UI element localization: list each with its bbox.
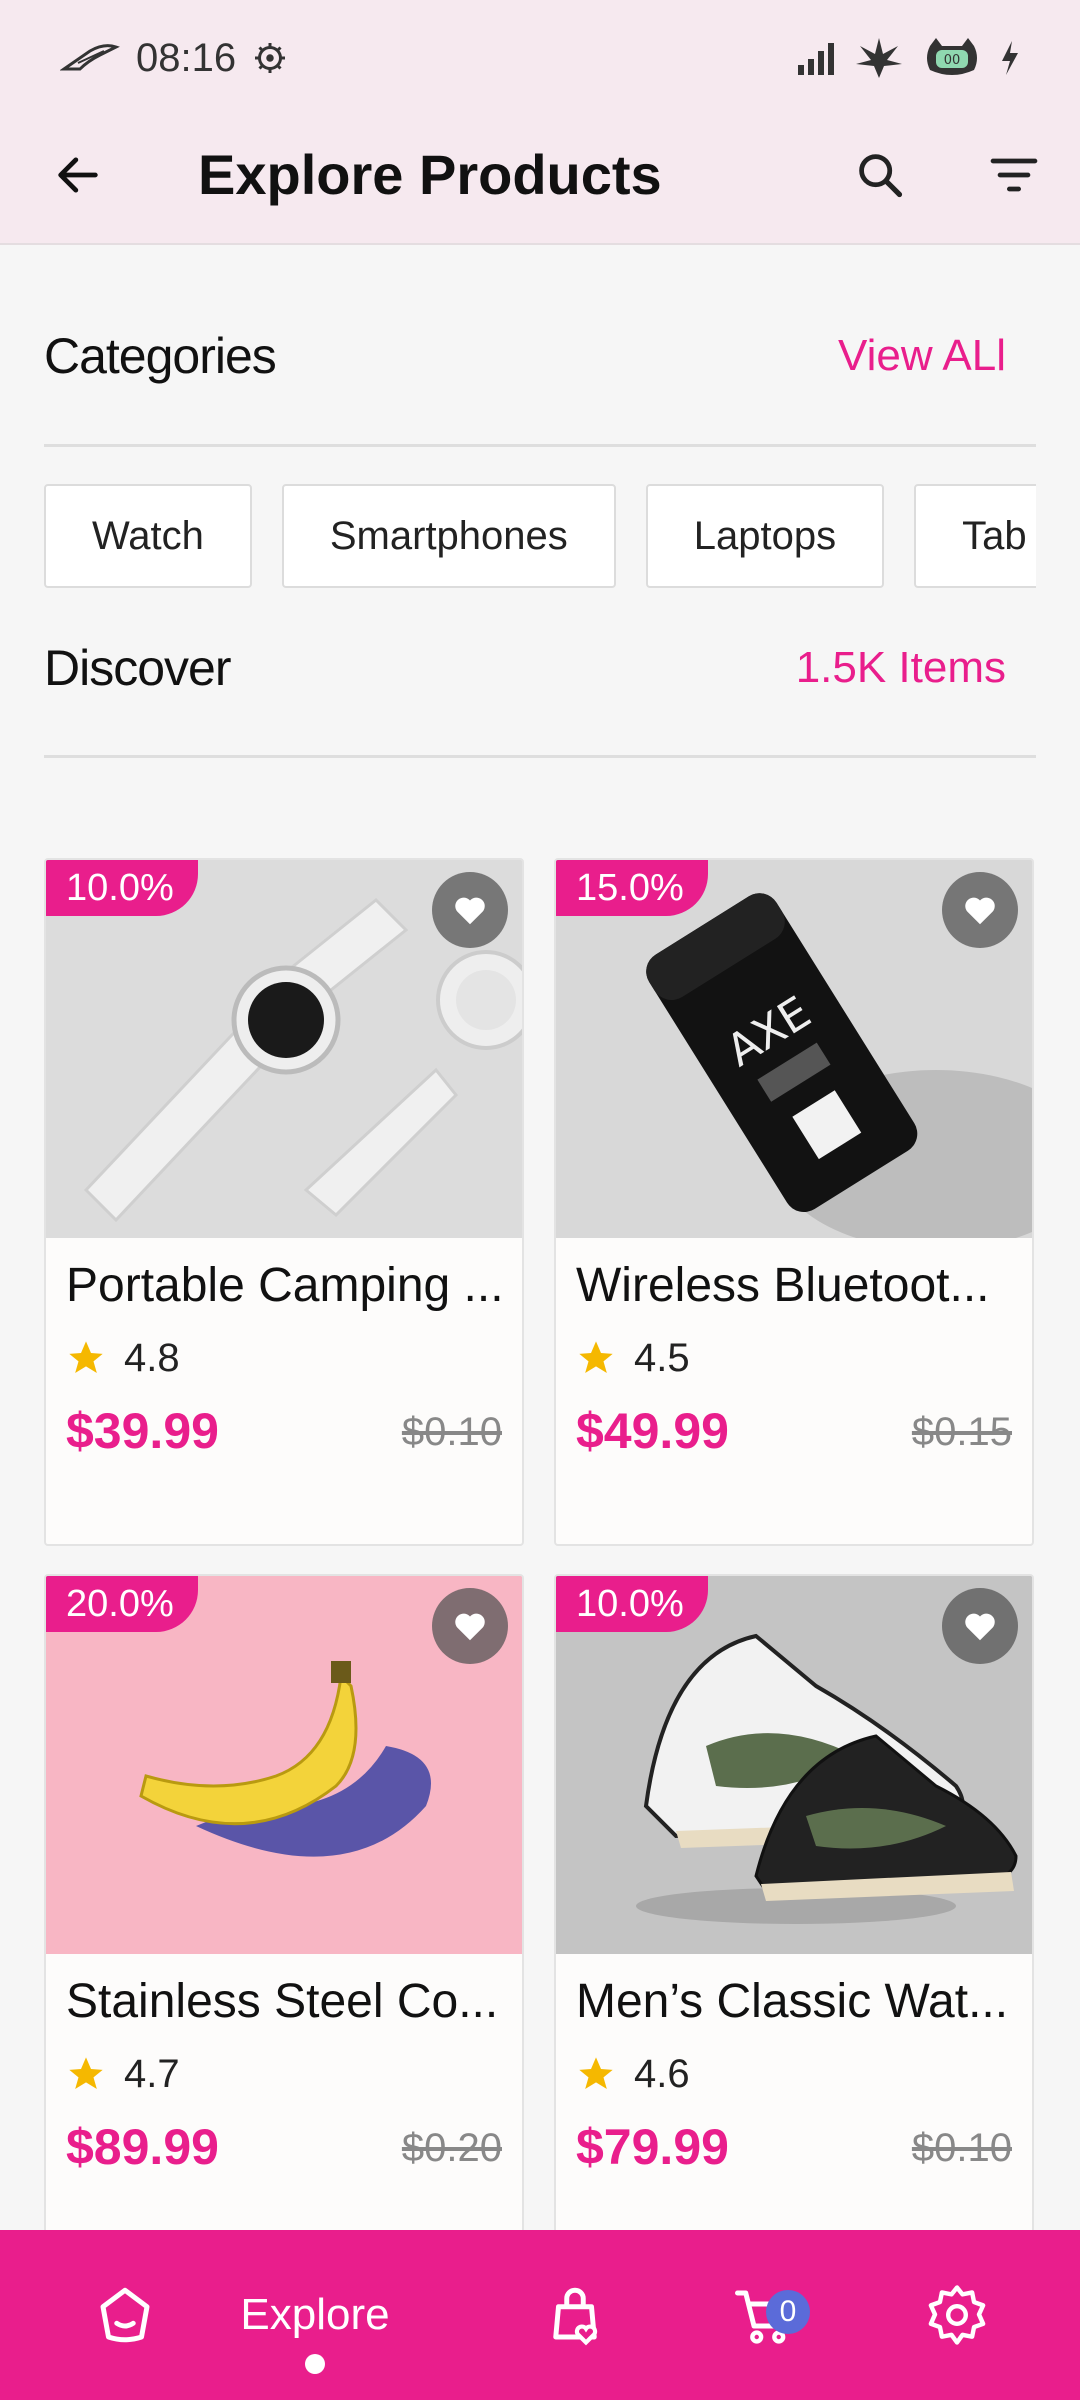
status-right: 00 [796,30,1020,86]
active-indicator [305,2354,325,2374]
product-price: $39.99 [66,1403,219,1459]
nav-home[interactable] [70,2230,180,2400]
heart-icon [965,1613,995,1641]
star-icon [69,1341,103,1373]
product-name: Men’s Classic Wat... [576,1975,1009,2028]
categories-header: Categories View ALl [44,316,1036,396]
charging-icon [1002,41,1018,75]
status-left: 08:16 [60,30,288,86]
favorite-button[interactable] [942,1588,1018,1664]
product-price: $89.99 [66,2119,219,2175]
product-image[interactable]: AXE 15.0% [556,860,1032,1238]
product-image[interactable]: 10.0% [46,860,522,1238]
nav-settings[interactable] [902,2230,1012,2400]
favorite-button[interactable] [432,1588,508,1664]
leaf-icon [856,38,902,78]
chip-smartphones[interactable]: Smartphones [281,484,616,588]
filter-icon [990,158,1038,192]
favorite-button[interactable] [432,872,508,948]
product-card[interactable]: 10.0% Men’s Classic Wat... 4.6 $79.99 $0… [554,1574,1034,2234]
product-price: $79.99 [576,2119,729,2175]
product-image[interactable]: 10.0% [556,1576,1032,1954]
discover-divider [44,755,1036,758]
star-icon [69,2057,103,2089]
star-icon [579,2057,613,2089]
settings-gear-status-icon [255,43,286,73]
search-icon [859,154,903,198]
categories-divider [44,444,1036,447]
arrow-left-icon [58,157,98,193]
settings-icon [928,2285,986,2345]
product-old-price: $0.10 [911,2126,1012,2170]
discover-header: Discover 1.5K Items [44,628,1036,708]
nav-explore[interactable]: Explore [220,2230,410,2400]
chip-tablets[interactable]: Tab [914,484,1036,588]
filter-button[interactable] [976,137,1052,213]
discount-badge: 20.0% [46,1576,198,1632]
app-bar: Explore Products [0,115,1080,245]
product-rating: 4.8 [66,1330,180,1386]
heart-icon [455,897,485,925]
bottom-nav: Explore 0 [0,2230,1080,2400]
product-old-price: $0.10 [401,1410,502,1454]
product-name: Wireless Bluetoot... [576,1259,990,1312]
shopping-bag-heart-icon [553,2287,598,2346]
product-price: $49.99 [576,1403,729,1459]
view-all-link[interactable]: View ALl [838,331,1006,381]
back-button[interactable] [40,137,116,213]
product-old-price: $0.15 [911,1410,1012,1454]
chip-laptops[interactable]: Laptops [645,484,885,588]
product-name: Stainless Steel Co... [66,1975,499,2028]
discover-title: Discover [44,640,231,696]
signal-icon [798,43,834,75]
chip-watch[interactable]: Watch [44,484,252,588]
category-chips[interactable]: Watch Smartphones Laptops Tab [44,484,1036,588]
svg-text:00: 00 [944,53,961,68]
product-image[interactable]: 20.0% [46,1576,522,1954]
discount-badge: 10.0% [556,1576,708,1632]
cat-battery-icon: 00 [927,38,977,75]
heart-icon [455,1613,485,1641]
favorite-button[interactable] [942,872,1018,948]
page-title: Explore Products [198,143,662,206]
heart-icon [965,897,995,925]
star-icon [579,1341,613,1373]
rating-value: 4.8 [124,1335,180,1380]
product-card[interactable]: 10.0% Portable Camping ... 4.8 $39.99 $0… [44,858,524,1546]
rating-value: 4.7 [124,2051,180,2096]
product-rating: 4.6 [576,2046,690,2102]
nav-wishlist[interactable] [520,2230,630,2400]
home-icon [100,2287,150,2343]
product-name: Portable Camping ... [66,1259,504,1312]
search-button[interactable] [842,137,918,213]
discount-badge: 15.0% [556,860,708,916]
rating-value: 4.6 [634,2051,690,2096]
product-old-price: $0.20 [401,2126,502,2170]
product-rating: 4.7 [66,2046,180,2102]
brand-logo-icon [60,44,120,71]
status-bar: 08:16 00 [0,0,1080,115]
item-count: 1.5K Items [795,643,1006,692]
cart-count-badge: 0 [766,2290,810,2334]
categories-title: Categories [44,328,277,384]
status-time: 08:16 [136,35,237,80]
rating-value: 4.5 [634,1335,690,1380]
product-rating: 4.5 [576,1330,690,1386]
product-card[interactable]: 20.0% Stainless Steel Co... 4.7 $89.99 $… [44,1574,524,2234]
nav-explore-label: Explore [240,2290,390,2339]
product-card[interactable]: AXE 15.0% Wireless Bluetoot... 4.5 $49.9… [554,858,1034,1546]
discount-badge: 10.0% [46,860,198,916]
